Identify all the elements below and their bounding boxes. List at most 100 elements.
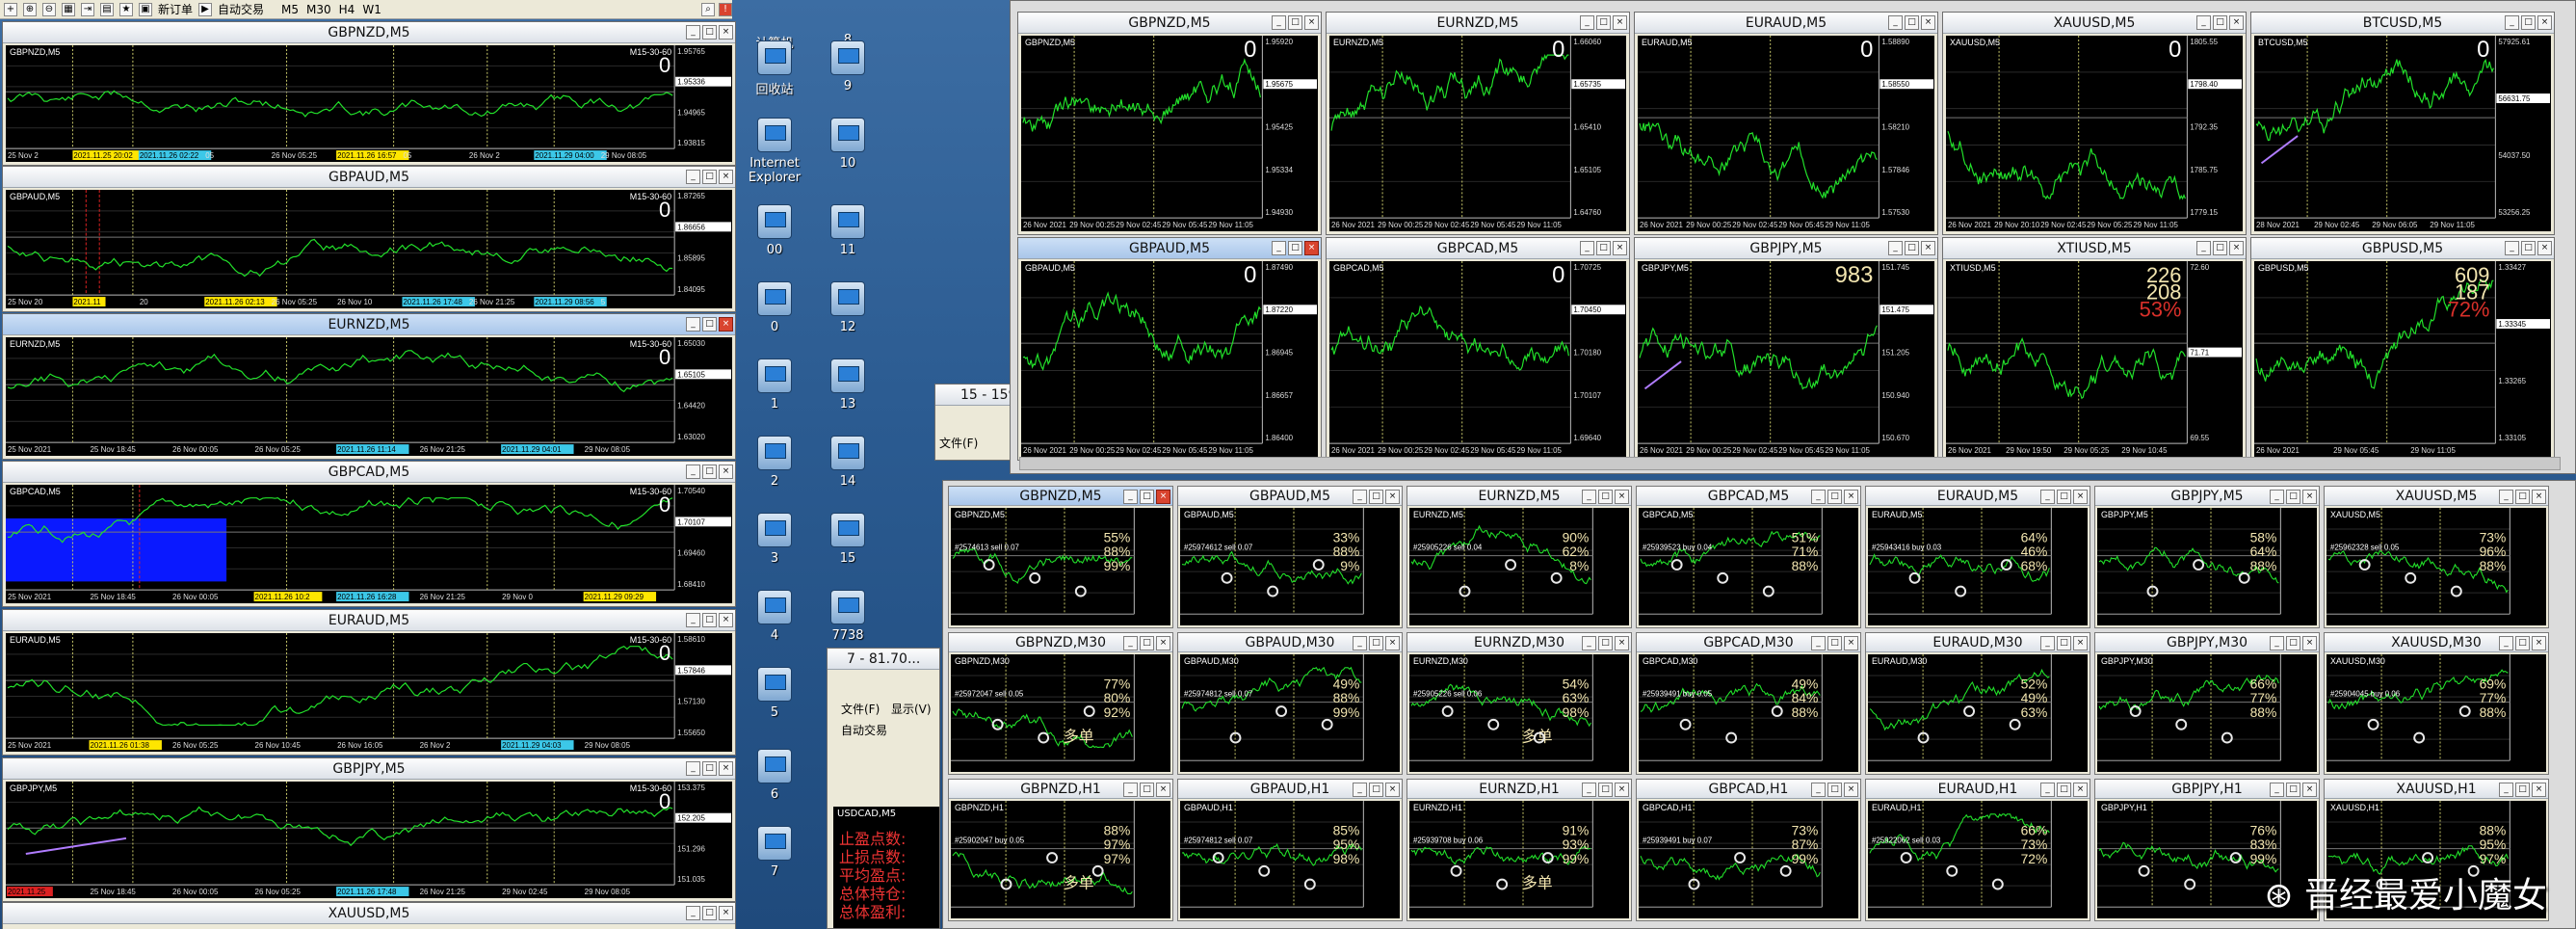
close-button[interactable]: × [2302,783,2317,797]
search-icon[interactable]: ⌕ [701,2,715,16]
close-button[interactable]: × [1921,241,1935,255]
maximize-button[interactable]: □ [1369,636,1383,650]
close-button[interactable]: × [2532,636,2546,650]
close-button[interactable]: × [1304,241,1319,255]
maximize-button[interactable]: □ [1369,490,1383,504]
desktop-app-icon[interactable] [757,281,792,316]
desktop-icon-label[interactable]: 6 [736,787,813,802]
minimize-button[interactable]: _ [2196,15,2211,30]
minimize-button[interactable]: _ [1580,241,1594,255]
chart-window[interactable]: EURNZD,M5 _ □ × EURNZD,M5 M15-30-60 0 1.65030 1.… [2,313,736,460]
maximize-button[interactable]: □ [1905,241,1919,255]
price-chart[interactable]: GBPJPY,M5 M15-30-600153.375152.205151.296… [6,782,732,898]
zoom-in-icon[interactable]: ⊕ [23,2,37,16]
desktop-icon-label[interactable]: 9 [809,79,886,93]
minimize-button[interactable]: _ [2505,15,2519,30]
chart-area[interactable]: XTIUSD,M5 226 208 53% 72.60 71.71 69.55 26 Nov … [1946,261,2243,457]
close-button[interactable]: × [1613,241,1627,255]
maximize-button[interactable]: □ [702,906,717,920]
minimize-button[interactable]: _ [1888,15,1903,30]
desktop-app-icon[interactable] [757,590,792,624]
desktop-icon-label[interactable]: 4 [736,628,813,643]
chart-window[interactable]: GBPCAD,M5 _ □ × GBPCAD,M5 #25939523 buy 0.04 5… [1636,486,1861,628]
maximize-button[interactable]: □ [1288,15,1302,30]
desktop-app-icon[interactable] [830,436,865,470]
close-button[interactable]: × [2537,15,2552,30]
maximize-button[interactable]: □ [1827,636,1842,650]
chart-area[interactable]: GBPJPY,M5 58% 64% 88% [2097,508,2317,625]
chart-area[interactable]: EURNZD,H1 #25939708 buy 0.06 91% 93% 99% 多单 [1409,801,1629,918]
desktop-icon-label[interactable]: 7 [736,864,813,879]
close-button[interactable]: × [2537,241,2552,255]
desktop-icon-label[interactable]: 3 [736,551,813,566]
new-order-icon[interactable]: ▣ [139,2,152,16]
minimize-button[interactable]: _ [1123,490,1138,504]
chart-area[interactable]: EURNZD,M5 0 1.66060 1.65735 1.65410 1.65105 1.… [1329,36,1626,231]
maximize-button[interactable]: □ [1596,241,1611,255]
chart-area[interactable]: XAUUSD,M5 #25962328 sell 0.05 73% 96% 88% [2326,508,2546,625]
desktop-icon-label[interactable]: 00 [736,243,813,257]
chart-area[interactable]: GBPCAD,M30 #25939491 buy 0.05 49% 84% 88% [1639,654,1858,772]
price-chart[interactable]: GBPCAD,M5 #25939523 buy 0.04 51%71%88% [1639,508,1858,625]
chart-shift-icon[interactable]: ⇥ [81,2,94,16]
close-button[interactable]: × [1156,636,1170,650]
close-button[interactable]: × [1385,490,1400,504]
price-chart[interactable]: GBPNZD,M5 M15-30-6001.957651.953361.94965… [6,45,732,162]
price-chart[interactable]: GBPAUD,M5 #25974612 sell 0.07 33%88%9% [1180,508,1400,625]
maximize-button[interactable]: □ [2521,241,2536,255]
desktop-icon-label[interactable]: 14 [809,474,886,489]
close-button[interactable]: × [2229,15,2244,30]
maximize-button[interactable]: □ [1369,783,1383,797]
price-chart[interactable]: XAUUSD,M30 #25904045 buy 0.06 69%77%88% [2326,654,2546,772]
close-button[interactable]: × [2532,490,2546,504]
terminal-window[interactable]: 15 - 159 文件(F) [934,384,1012,461]
close-button[interactable]: × [1156,783,1170,797]
chart-area[interactable]: GBPAUD,M5 #25974612 sell 0.07 33% 88% 9% [1180,508,1400,625]
price-chart[interactable]: EURNZD,M30#25905226 sell 0.0654%63%98%多单 [1409,654,1629,772]
close-button[interactable]: × [1615,636,1629,650]
maximize-button[interactable]: □ [702,464,717,479]
chart-window[interactable]: EURAUD,M5 _ □ × EURAUD,M5 0 1.58890 1.58550 1.58… [1634,12,1938,235]
maximize-button[interactable]: □ [1905,15,1919,30]
minimize-button[interactable]: _ [1811,636,1826,650]
price-chart[interactable]: GBPAUD,M5 M15-30-6001.872651.866561.85895… [6,190,732,308]
chart-window[interactable]: GBPCAD,M5 _ □ × GBPCAD,M5 M15-30-60 0 1.70540 1.… [2,461,736,607]
chart-area[interactable]: GBPCAD,M5 0 1.70725 1.70450 1.70180 1.70107 1.… [1329,261,1626,457]
chart-area[interactable]: GBPNZD,M5 0 1.95920 1.95675 1.95425 1.95334 1.… [1021,36,1318,231]
chart-area[interactable]: GBPJPY,M30 66% 77% 88% [2097,654,2317,772]
chart-window[interactable]: GBPCAD,M5 _ □ × GBPCAD,M5 0 1.70725 1.70450 1.70… [1326,237,1630,461]
chart-area[interactable]: GBPJPY,M5 M15-30-60 0 153.375 152.205 151.296… [6,782,732,898]
minimize-button[interactable]: _ [1582,636,1596,650]
maximize-button[interactable]: □ [1140,783,1154,797]
new-order-button[interactable]: 新订单 [158,1,193,17]
maximize-button[interactable]: □ [702,170,717,184]
chart-window-title[interactable]: XAUUSD,M5 [3,903,735,924]
chart-area[interactable]: GBPNZD,H1 #25902047 buy 0.05 88% 97% 97% 多单 [951,801,1170,918]
close-button[interactable]: × [2073,636,2088,650]
chart-window[interactable]: XTIUSD,M5 _ □ × XTIUSD,M5 226 208 53% 72.60 71.71… [1942,237,2247,461]
chart-area[interactable]: XAUUSD,M30 #25904045 buy 0.06 69% 77% 88% [2326,654,2546,772]
maximize-button[interactable]: □ [1140,636,1154,650]
chart-area[interactable]: GBPAUD,M30 #25974812 sell 0.07 49% 88% 99% [1180,654,1400,772]
tile-icon[interactable]: ▦ [62,2,75,16]
minimize-button[interactable]: _ [2499,783,2513,797]
minimize-button[interactable]: _ [2040,490,2055,504]
price-chart[interactable]: EURAUD,H1 #25922062 sell 0.03 66%73%72% [1868,801,2088,918]
chart-window[interactable]: GBPAUD,M5 _ □ × GBPAUD,M5 0 1.87490 1.87220 1.86… [1017,237,1322,461]
close-button[interactable]: × [1385,636,1400,650]
minimize-button[interactable]: _ [686,170,700,184]
timeframe-h4[interactable]: H4 [339,3,355,16]
chart-window[interactable]: GBPJPY,M5 _ □ × GBPJPY,M5 983 151.745 151.475 15… [1634,237,1938,461]
close-button[interactable]: × [2073,490,2088,504]
price-chart[interactable]: GBPAUD,M30 #25974812 sell 0.07 49%88%99% [1180,654,1400,772]
chart-window[interactable]: EURAUD,M5 _ □ × EURAUD,M5 M15-30-60 0 1.58610 1.… [2,609,736,756]
chart-window-title[interactable]: EURAUD,M5 [3,610,735,631]
close-button[interactable]: × [719,464,733,479]
minimize-button[interactable]: _ [1123,636,1138,650]
minimize-button[interactable]: _ [1582,783,1596,797]
price-chart[interactable]: BTCUSD,M5 0 57925.61 56631.75 54037.50 53256.… [2254,36,2551,231]
desktop-icon-label[interactable]: Internet Explorer [736,156,813,185]
close-button[interactable]: × [2302,636,2317,650]
auto-trade-button[interactable]: 自动交易 [218,1,264,17]
chart-area[interactable]: EURNZD,M5 #25905226 sell 0.04 90% 62% 8% [1409,508,1629,625]
